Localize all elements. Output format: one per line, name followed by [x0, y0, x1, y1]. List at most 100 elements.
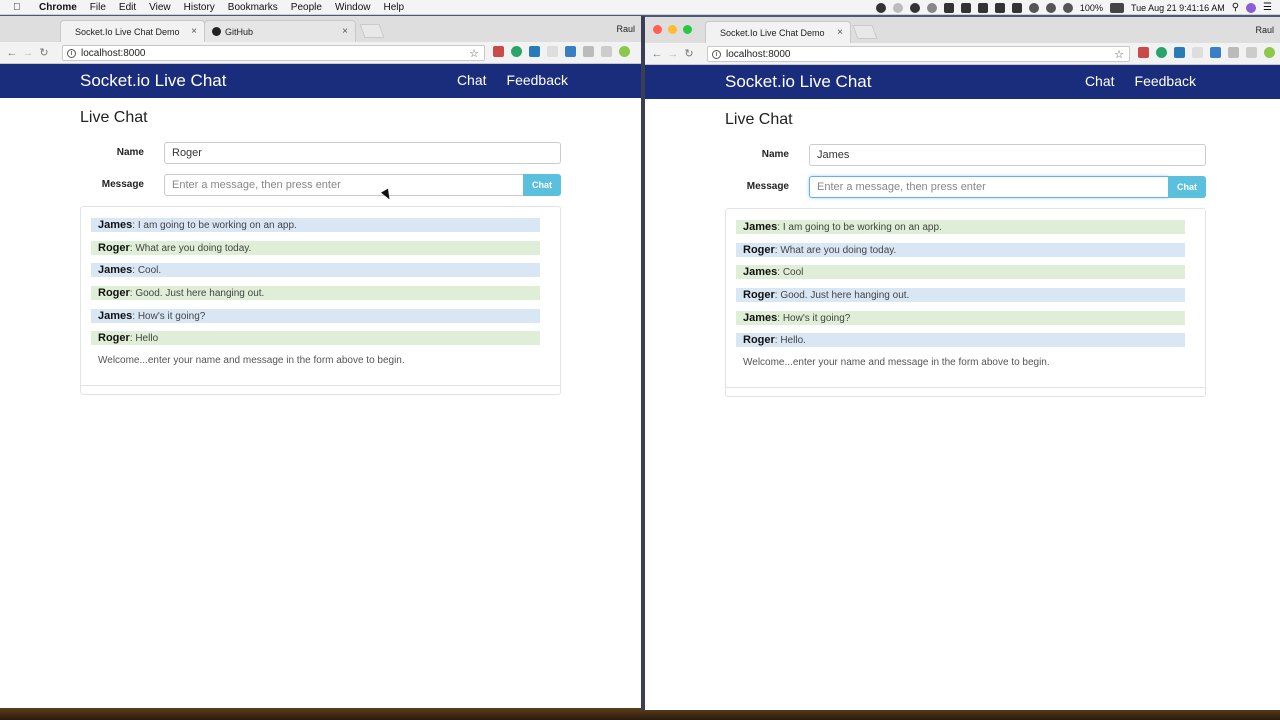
chat-button[interactable]: Chat: [523, 174, 561, 196]
extension-icon[interactable]: [1264, 47, 1275, 58]
nav-link-chat[interactable]: Chat: [1085, 73, 1115, 89]
minimize-window-icon[interactable]: [668, 25, 677, 34]
back-arrow-icon[interactable]: ←: [649, 48, 665, 60]
panel-footer-divider: [81, 385, 560, 386]
menu-edit[interactable]: Edit: [119, 2, 136, 13]
close-window-icon[interactable]: [653, 25, 662, 34]
bluetooth-icon[interactable]: [1028, 2, 1039, 13]
message-input[interactable]: Enter a message, then press enter: [809, 176, 1169, 198]
new-tab-button[interactable]: [359, 24, 385, 38]
tab-socketio-demo[interactable]: Socket.Io Live Chat Demo ×: [60, 20, 205, 42]
forward-arrow-icon[interactable]: →: [20, 47, 36, 59]
profile-name[interactable]: Raul: [616, 24, 635, 34]
status-icon[interactable]: [875, 2, 886, 13]
forward-arrow-icon[interactable]: →: [665, 48, 681, 60]
extension-icon[interactable]: [1246, 47, 1257, 58]
github-icon: [212, 27, 221, 36]
tab-socketio-demo[interactable]: Socket.Io Live Chat Demo ×: [705, 21, 851, 43]
menu-view[interactable]: View: [149, 2, 171, 13]
message-author: James: [743, 312, 778, 324]
info-icon[interactable]: i: [67, 48, 76, 58]
evernote-icon[interactable]: [1011, 2, 1022, 13]
extension-icon[interactable]: [1156, 47, 1167, 58]
siri-icon[interactable]: [1246, 2, 1257, 13]
menu-file[interactable]: File: [90, 2, 106, 13]
back-arrow-icon[interactable]: ←: [4, 47, 20, 59]
message-text: : Good. Just here hanging out.: [129, 288, 265, 299]
spotlight-icon[interactable]: ⚲: [1232, 2, 1239, 13]
menu-window[interactable]: Window: [335, 2, 371, 13]
vimium-icon[interactable]: [529, 46, 540, 57]
bookmark-star-icon[interactable]: ☆: [1114, 48, 1124, 61]
extension-icon[interactable]: [565, 46, 576, 57]
extension-icon[interactable]: [493, 46, 504, 57]
profile-name[interactable]: Raul: [1255, 25, 1274, 35]
nav-link-chat[interactable]: Chat: [457, 72, 487, 88]
menu-history[interactable]: History: [184, 2, 215, 13]
menu-people[interactable]: People: [291, 2, 322, 13]
extension-icons: ⋮: [1138, 47, 1280, 58]
tab-github[interactable]: GitHub ×: [204, 20, 356, 42]
zoom-window-icon[interactable]: [683, 25, 692, 34]
nav-links: Chat Feedback: [457, 72, 568, 88]
message-input[interactable]: Enter a message, then press enter: [164, 174, 524, 196]
message-item: James: I am going to be working on an ap…: [736, 220, 1185, 234]
close-icon[interactable]: ×: [342, 26, 348, 37]
menu-help[interactable]: Help: [384, 2, 405, 13]
dropbox-icon[interactable]: [977, 2, 988, 13]
menu-app-name[interactable]: Chrome: [39, 2, 77, 13]
extension-icon[interactable]: [601, 46, 612, 57]
message-item: Roger: Hello.: [736, 333, 1185, 347]
name-input[interactable]: James: [809, 144, 1206, 166]
menu-dots-icon[interactable]: ⋮: [637, 46, 641, 57]
nav-link-feedback[interactable]: Feedback: [1135, 73, 1196, 89]
clock[interactable]: Tue Aug 21 9:41:16 AM: [1131, 3, 1225, 13]
apple-icon[interactable]: : [13, 2, 27, 13]
skype-icon[interactable]: [909, 2, 920, 13]
extension-icon[interactable]: [547, 46, 558, 57]
extension-icon[interactable]: [1228, 47, 1239, 58]
reload-icon[interactable]: ↻: [36, 46, 52, 59]
extension-icon[interactable]: [1138, 47, 1149, 58]
address-bar[interactable]: i localhost:8000 ☆: [707, 46, 1130, 62]
bookmark-star-icon[interactable]: ☆: [469, 47, 479, 60]
vimium-icon[interactable]: [1174, 47, 1185, 58]
tab-strip: Socket.Io Live Chat Demo × Raul: [645, 17, 1280, 43]
message-author: Roger: [98, 287, 130, 299]
wifi-icon[interactable]: [1045, 2, 1056, 13]
battery-icon[interactable]: [1109, 2, 1124, 13]
status-icon[interactable]: [892, 2, 903, 13]
close-icon[interactable]: ×: [191, 26, 197, 37]
extension-icon[interactable]: [1192, 47, 1203, 58]
extension-icon[interactable]: [619, 46, 630, 57]
extension-icon[interactable]: [583, 46, 594, 57]
chat-button[interactable]: Chat: [1168, 176, 1206, 198]
battery-percent[interactable]: 100%: [1080, 3, 1103, 13]
message-label: Message: [746, 181, 789, 192]
address-bar[interactable]: i localhost:8000 ☆: [62, 45, 485, 61]
window-controls: [653, 25, 692, 34]
cloud-icon[interactable]: [960, 2, 971, 13]
notification-center-icon[interactable]: ☰: [1263, 2, 1272, 13]
reload-icon[interactable]: ↻: [681, 47, 697, 60]
message-text: : I am going to be working on an app.: [777, 222, 942, 233]
google-drive-icon[interactable]: [926, 2, 937, 13]
volume-icon[interactable]: [1062, 2, 1073, 13]
message-row: Message Enter a message, then press ente…: [80, 174, 561, 196]
name-input[interactable]: Roger: [164, 142, 561, 164]
new-tab-button[interactable]: [852, 25, 878, 39]
url-text: localhost:8000: [81, 47, 146, 59]
site-brand[interactable]: Socket.io Live Chat: [80, 71, 226, 91]
extension-icon[interactable]: [511, 46, 522, 57]
extension-icon[interactable]: [1210, 47, 1221, 58]
messages-panel: James : I am going to be working on an ap…: [725, 208, 1206, 397]
menu-bookmarks[interactable]: Bookmarks: [228, 2, 278, 13]
gmail-icon[interactable]: [994, 2, 1005, 13]
info-icon[interactable]: i: [712, 49, 721, 59]
close-icon[interactable]: ×: [837, 27, 843, 38]
site-brand[interactable]: Socket.io Live Chat: [725, 72, 871, 92]
nav-link-feedback[interactable]: Feedback: [507, 72, 568, 88]
message-text: : Good. Just here hanging out.: [774, 290, 910, 301]
cloud-icon[interactable]: [943, 2, 954, 13]
message-author: Roger: [743, 244, 775, 256]
